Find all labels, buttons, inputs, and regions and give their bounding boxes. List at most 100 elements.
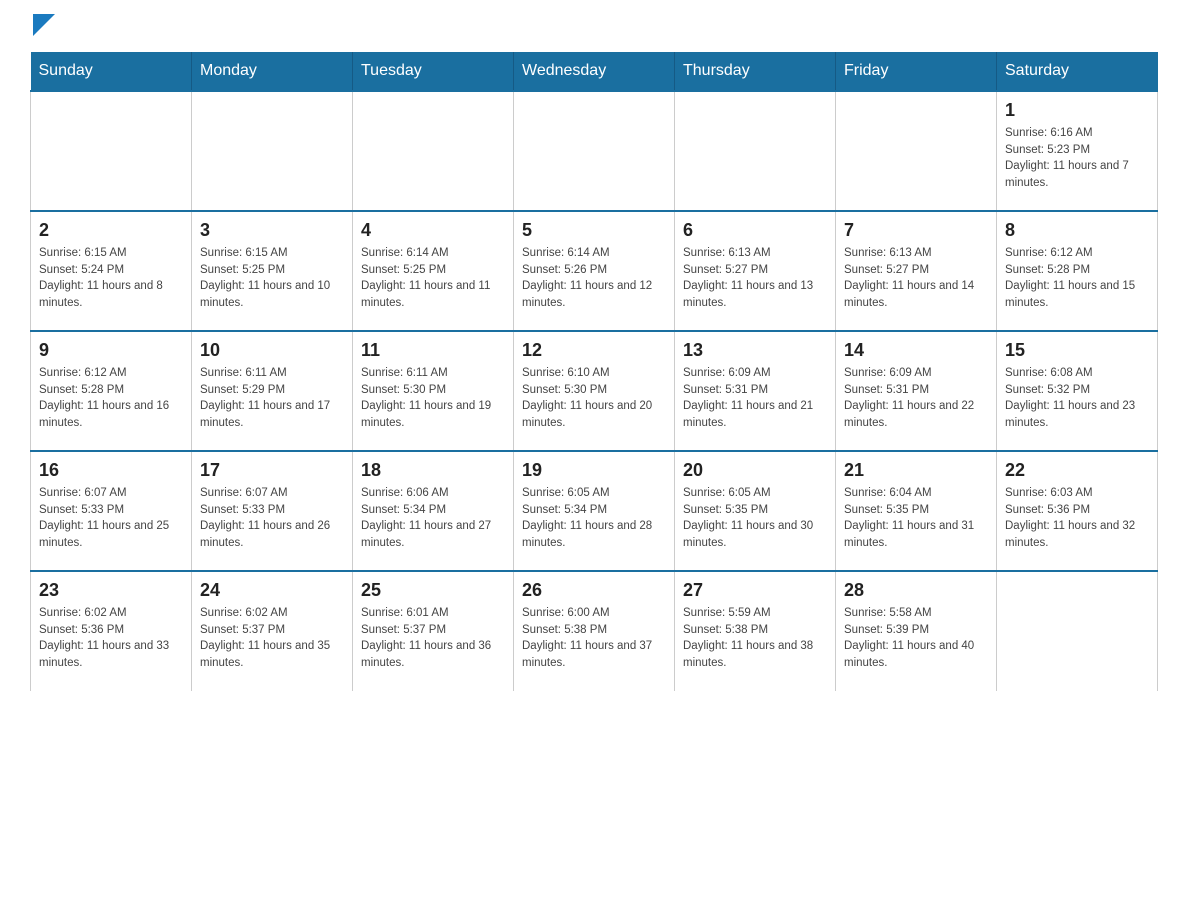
day-number: 17 [200, 460, 344, 481]
calendar-cell: 1 Sunrise: 6:16 AM Sunset: 5:23 PM Daylig… [997, 91, 1158, 211]
calendar-cell: 2 Sunrise: 6:15 AM Sunset: 5:24 PM Daylig… [31, 211, 192, 331]
day-number: 26 [522, 580, 666, 601]
day-number: 2 [39, 220, 183, 241]
calendar-cell: 28 Sunrise: 5:58 AM Sunset: 5:39 PM Dayli… [836, 571, 997, 691]
day-number: 21 [844, 460, 988, 481]
day-number: 3 [200, 220, 344, 241]
day-info: Sunrise: 6:04 AM Sunset: 5:35 PM Dayligh… [844, 485, 988, 552]
day-number: 23 [39, 580, 183, 601]
calendar-cell [675, 91, 836, 211]
day-info: Sunrise: 6:09 AM Sunset: 5:31 PM Dayligh… [844, 365, 988, 432]
day-number: 1 [1005, 100, 1149, 121]
calendar-cell: 22 Sunrise: 6:03 AM Sunset: 5:36 PM Dayli… [997, 451, 1158, 571]
day-number: 28 [844, 580, 988, 601]
day-info: Sunrise: 5:59 AM Sunset: 5:38 PM Dayligh… [683, 605, 827, 672]
calendar-cell: 25 Sunrise: 6:01 AM Sunset: 5:37 PM Dayli… [353, 571, 514, 691]
weekday-header-friday: Friday [836, 52, 997, 91]
week-row-1: 1 Sunrise: 6:16 AM Sunset: 5:23 PM Daylig… [31, 91, 1158, 211]
day-number: 12 [522, 340, 666, 361]
calendar-cell: 12 Sunrise: 6:10 AM Sunset: 5:30 PM Dayli… [514, 331, 675, 451]
calendar-cell: 26 Sunrise: 6:00 AM Sunset: 5:38 PM Dayli… [514, 571, 675, 691]
day-number: 27 [683, 580, 827, 601]
day-info: Sunrise: 6:13 AM Sunset: 5:27 PM Dayligh… [844, 245, 988, 312]
logo-triangle-icon [33, 14, 55, 36]
day-info: Sunrise: 6:00 AM Sunset: 5:38 PM Dayligh… [522, 605, 666, 672]
calendar-cell: 17 Sunrise: 6:07 AM Sunset: 5:33 PM Dayli… [192, 451, 353, 571]
day-info: Sunrise: 6:10 AM Sunset: 5:30 PM Dayligh… [522, 365, 666, 432]
weekday-header-wednesday: Wednesday [514, 52, 675, 91]
calendar-cell: 24 Sunrise: 6:02 AM Sunset: 5:37 PM Dayli… [192, 571, 353, 691]
calendar-cell: 6Sunrise: 6:13 AM Sunset: 5:27 PM Daylig… [675, 211, 836, 331]
day-info: Sunrise: 6:09 AM Sunset: 5:31 PM Dayligh… [683, 365, 827, 432]
day-info: Sunrise: 6:08 AM Sunset: 5:32 PM Dayligh… [1005, 365, 1149, 432]
weekday-header-sunday: Sunday [31, 52, 192, 91]
calendar-cell [997, 571, 1158, 691]
calendar-cell [514, 91, 675, 211]
day-number: 7 [844, 220, 988, 241]
day-info: Sunrise: 6:12 AM Sunset: 5:28 PM Dayligh… [1005, 245, 1149, 312]
day-number: 5 [522, 220, 666, 241]
week-row-2: 2 Sunrise: 6:15 AM Sunset: 5:24 PM Daylig… [31, 211, 1158, 331]
day-info: Sunrise: 6:01 AM Sunset: 5:37 PM Dayligh… [361, 605, 505, 672]
day-info: Sunrise: 6:07 AM Sunset: 5:33 PM Dayligh… [200, 485, 344, 552]
calendar-cell: 10Sunrise: 6:11 AM Sunset: 5:29 PM Dayli… [192, 331, 353, 451]
calendar-cell: 20 Sunrise: 6:05 AM Sunset: 5:35 PM Dayli… [675, 451, 836, 571]
calendar-cell: 14Sunrise: 6:09 AM Sunset: 5:31 PM Dayli… [836, 331, 997, 451]
calendar-cell: 13 Sunrise: 6:09 AM Sunset: 5:31 PM Dayli… [675, 331, 836, 451]
weekday-header-thursday: Thursday [675, 52, 836, 91]
day-info: Sunrise: 6:14 AM Sunset: 5:26 PM Dayligh… [522, 245, 666, 312]
day-info: Sunrise: 6:03 AM Sunset: 5:36 PM Dayligh… [1005, 485, 1149, 552]
weekday-header-monday: Monday [192, 52, 353, 91]
day-info: Sunrise: 6:07 AM Sunset: 5:33 PM Dayligh… [39, 485, 183, 552]
week-row-4: 16 Sunrise: 6:07 AM Sunset: 5:33 PM Dayli… [31, 451, 1158, 571]
calendar-cell: 23 Sunrise: 6:02 AM Sunset: 5:36 PM Dayli… [31, 571, 192, 691]
day-number: 25 [361, 580, 505, 601]
calendar-cell: 16 Sunrise: 6:07 AM Sunset: 5:33 PM Dayli… [31, 451, 192, 571]
calendar-cell: 4 Sunrise: 6:14 AM Sunset: 5:25 PM Daylig… [353, 211, 514, 331]
day-number: 13 [683, 340, 827, 361]
day-info: Sunrise: 6:05 AM Sunset: 5:34 PM Dayligh… [522, 485, 666, 552]
day-number: 8 [1005, 220, 1149, 241]
day-number: 4 [361, 220, 505, 241]
day-info: Sunrise: 6:02 AM Sunset: 5:36 PM Dayligh… [39, 605, 183, 672]
calendar-cell: 15 Sunrise: 6:08 AM Sunset: 5:32 PM Dayli… [997, 331, 1158, 451]
day-info: Sunrise: 6:12 AM Sunset: 5:28 PM Dayligh… [39, 365, 183, 432]
day-number: 18 [361, 460, 505, 481]
day-info: Sunrise: 6:14 AM Sunset: 5:25 PM Dayligh… [361, 245, 505, 312]
day-number: 22 [1005, 460, 1149, 481]
calendar-cell: 8 Sunrise: 6:12 AM Sunset: 5:28 PM Daylig… [997, 211, 1158, 331]
day-number: 20 [683, 460, 827, 481]
week-row-3: 9 Sunrise: 6:12 AM Sunset: 5:28 PM Daylig… [31, 331, 1158, 451]
week-row-5: 23 Sunrise: 6:02 AM Sunset: 5:36 PM Dayli… [31, 571, 1158, 691]
day-info: Sunrise: 6:15 AM Sunset: 5:24 PM Dayligh… [39, 245, 183, 312]
day-info: Sunrise: 6:06 AM Sunset: 5:34 PM Dayligh… [361, 485, 505, 552]
calendar-cell: 19 Sunrise: 6:05 AM Sunset: 5:34 PM Dayli… [514, 451, 675, 571]
weekday-header-saturday: Saturday [997, 52, 1158, 91]
calendar-cell [836, 91, 997, 211]
day-number: 24 [200, 580, 344, 601]
day-info: Sunrise: 5:58 AM Sunset: 5:39 PM Dayligh… [844, 605, 988, 672]
calendar-cell [192, 91, 353, 211]
calendar-cell: 27 Sunrise: 5:59 AM Sunset: 5:38 PM Dayli… [675, 571, 836, 691]
day-info: Sunrise: 6:05 AM Sunset: 5:35 PM Dayligh… [683, 485, 827, 552]
calendar-cell: 3Sunrise: 6:15 AM Sunset: 5:25 PM Daylig… [192, 211, 353, 331]
weekday-header-row: SundayMondayTuesdayWednesdayThursdayFrid… [31, 52, 1158, 91]
calendar-cell: 21 Sunrise: 6:04 AM Sunset: 5:35 PM Dayli… [836, 451, 997, 571]
calendar-cell: 7 Sunrise: 6:13 AM Sunset: 5:27 PM Daylig… [836, 211, 997, 331]
day-info: Sunrise: 6:16 AM Sunset: 5:23 PM Dayligh… [1005, 125, 1149, 192]
weekday-header-tuesday: Tuesday [353, 52, 514, 91]
day-number: 11 [361, 340, 505, 361]
calendar-cell: 11 Sunrise: 6:11 AM Sunset: 5:30 PM Dayli… [353, 331, 514, 451]
day-number: 16 [39, 460, 183, 481]
calendar-table: SundayMondayTuesdayWednesdayThursdayFrid… [30, 52, 1158, 691]
day-info: Sunrise: 6:11 AM Sunset: 5:30 PM Dayligh… [361, 365, 505, 432]
day-number: 9 [39, 340, 183, 361]
calendar-cell [31, 91, 192, 211]
page-header [30, 20, 1158, 32]
day-info: Sunrise: 6:02 AM Sunset: 5:37 PM Dayligh… [200, 605, 344, 672]
day-number: 19 [522, 460, 666, 481]
calendar-cell [353, 91, 514, 211]
day-number: 6 [683, 220, 827, 241]
day-number: 15 [1005, 340, 1149, 361]
day-info: Sunrise: 6:11 AM Sunset: 5:29 PM Dayligh… [200, 365, 344, 432]
